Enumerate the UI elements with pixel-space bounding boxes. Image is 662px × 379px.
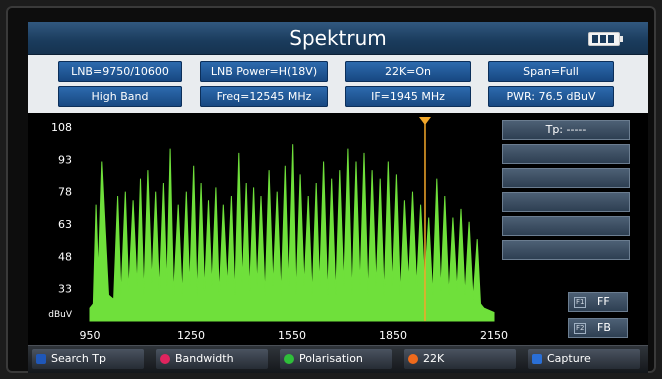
info-slot: [502, 144, 630, 164]
x-tick-label: 950: [80, 329, 101, 342]
if-chip: IF=1945 MHz: [345, 86, 471, 107]
power-chip: PWR: 76.5 dBuV: [488, 86, 614, 107]
y-tick-label: 93: [58, 153, 72, 166]
f1-key-icon: F1: [574, 297, 587, 308]
device-frame: Spektrum LNB=9750/10600 LNB Power=H(18V)…: [6, 6, 656, 373]
x-tick-label: 1250: [177, 329, 205, 342]
tone-22k-button[interactable]: 22K: [404, 349, 516, 369]
red-key-icon: [160, 354, 170, 364]
tone-22k-label: 22K: [423, 352, 445, 365]
spectrum-plot[interactable]: 108 93 78 63 48 33 dBuV 950 1250 1550 1850 2150 Tp:…: [28, 113, 648, 345]
capture-label: Capture: [547, 352, 591, 365]
polarisation-label: Polarisation: [299, 352, 363, 365]
x-tick-label: 2150: [480, 329, 508, 342]
polarisation-button[interactable]: Polarisation: [280, 349, 392, 369]
y-tick-label: 78: [58, 186, 72, 199]
title-bar: Spektrum: [28, 22, 648, 55]
y-tick-label: 63: [58, 218, 72, 231]
info-slot: [502, 192, 630, 212]
fb-label: FB: [597, 321, 611, 334]
frequency-marker-icon: [418, 117, 431, 125]
info-slot: [502, 216, 630, 236]
x-tick-label: 1850: [379, 329, 407, 342]
fb-button[interactable]: F2 FB: [568, 318, 628, 338]
green-key-icon: [284, 354, 294, 364]
x-tick-label: 1550: [278, 329, 306, 342]
info-slot: [502, 240, 630, 260]
softkey-bar: Search Tp Bandwidth Polarisation 22K Cap…: [28, 345, 648, 373]
y-tick-label: 48: [58, 250, 72, 263]
lnb-power-chip: LNB Power=H(18V): [200, 61, 328, 82]
bandwidth-label: Bandwidth: [175, 352, 234, 365]
lnb-freq-chip: LNB=9750/10600: [58, 61, 182, 82]
info-panel: LNB=9750/10600 LNB Power=H(18V) 22K=On S…: [28, 55, 648, 113]
y-axis-label: dBuV: [48, 310, 73, 320]
spectrum-trace: [89, 144, 495, 322]
battery-icon: [588, 32, 623, 46]
info-slot: [502, 168, 630, 188]
frequency-chip: Freq=12545 MHz: [200, 86, 328, 107]
ff-label: FF: [597, 295, 610, 308]
search-tp-button[interactable]: Search Tp: [32, 349, 144, 369]
screen-title: Spektrum: [289, 26, 387, 50]
tp-box: Tp: -----: [502, 120, 630, 140]
tone-22k-chip: 22K=On: [345, 61, 471, 82]
span-chip: Span=Full: [488, 61, 614, 82]
y-tick-label: 108: [51, 121, 72, 134]
y-tick-label: 33: [58, 283, 72, 296]
blue-key-icon: [36, 354, 46, 364]
band-chip: High Band: [58, 86, 182, 107]
blue-capture-key-icon: [532, 354, 542, 364]
f2-key-icon: F2: [574, 323, 587, 334]
search-tp-label: Search Tp: [51, 352, 106, 365]
bandwidth-button[interactable]: Bandwidth: [156, 349, 268, 369]
screen: Spektrum LNB=9750/10600 LNB Power=H(18V)…: [28, 22, 648, 373]
orange-key-icon: [408, 354, 418, 364]
capture-button[interactable]: Capture: [528, 349, 640, 369]
ff-button[interactable]: F1 FF: [568, 292, 628, 312]
